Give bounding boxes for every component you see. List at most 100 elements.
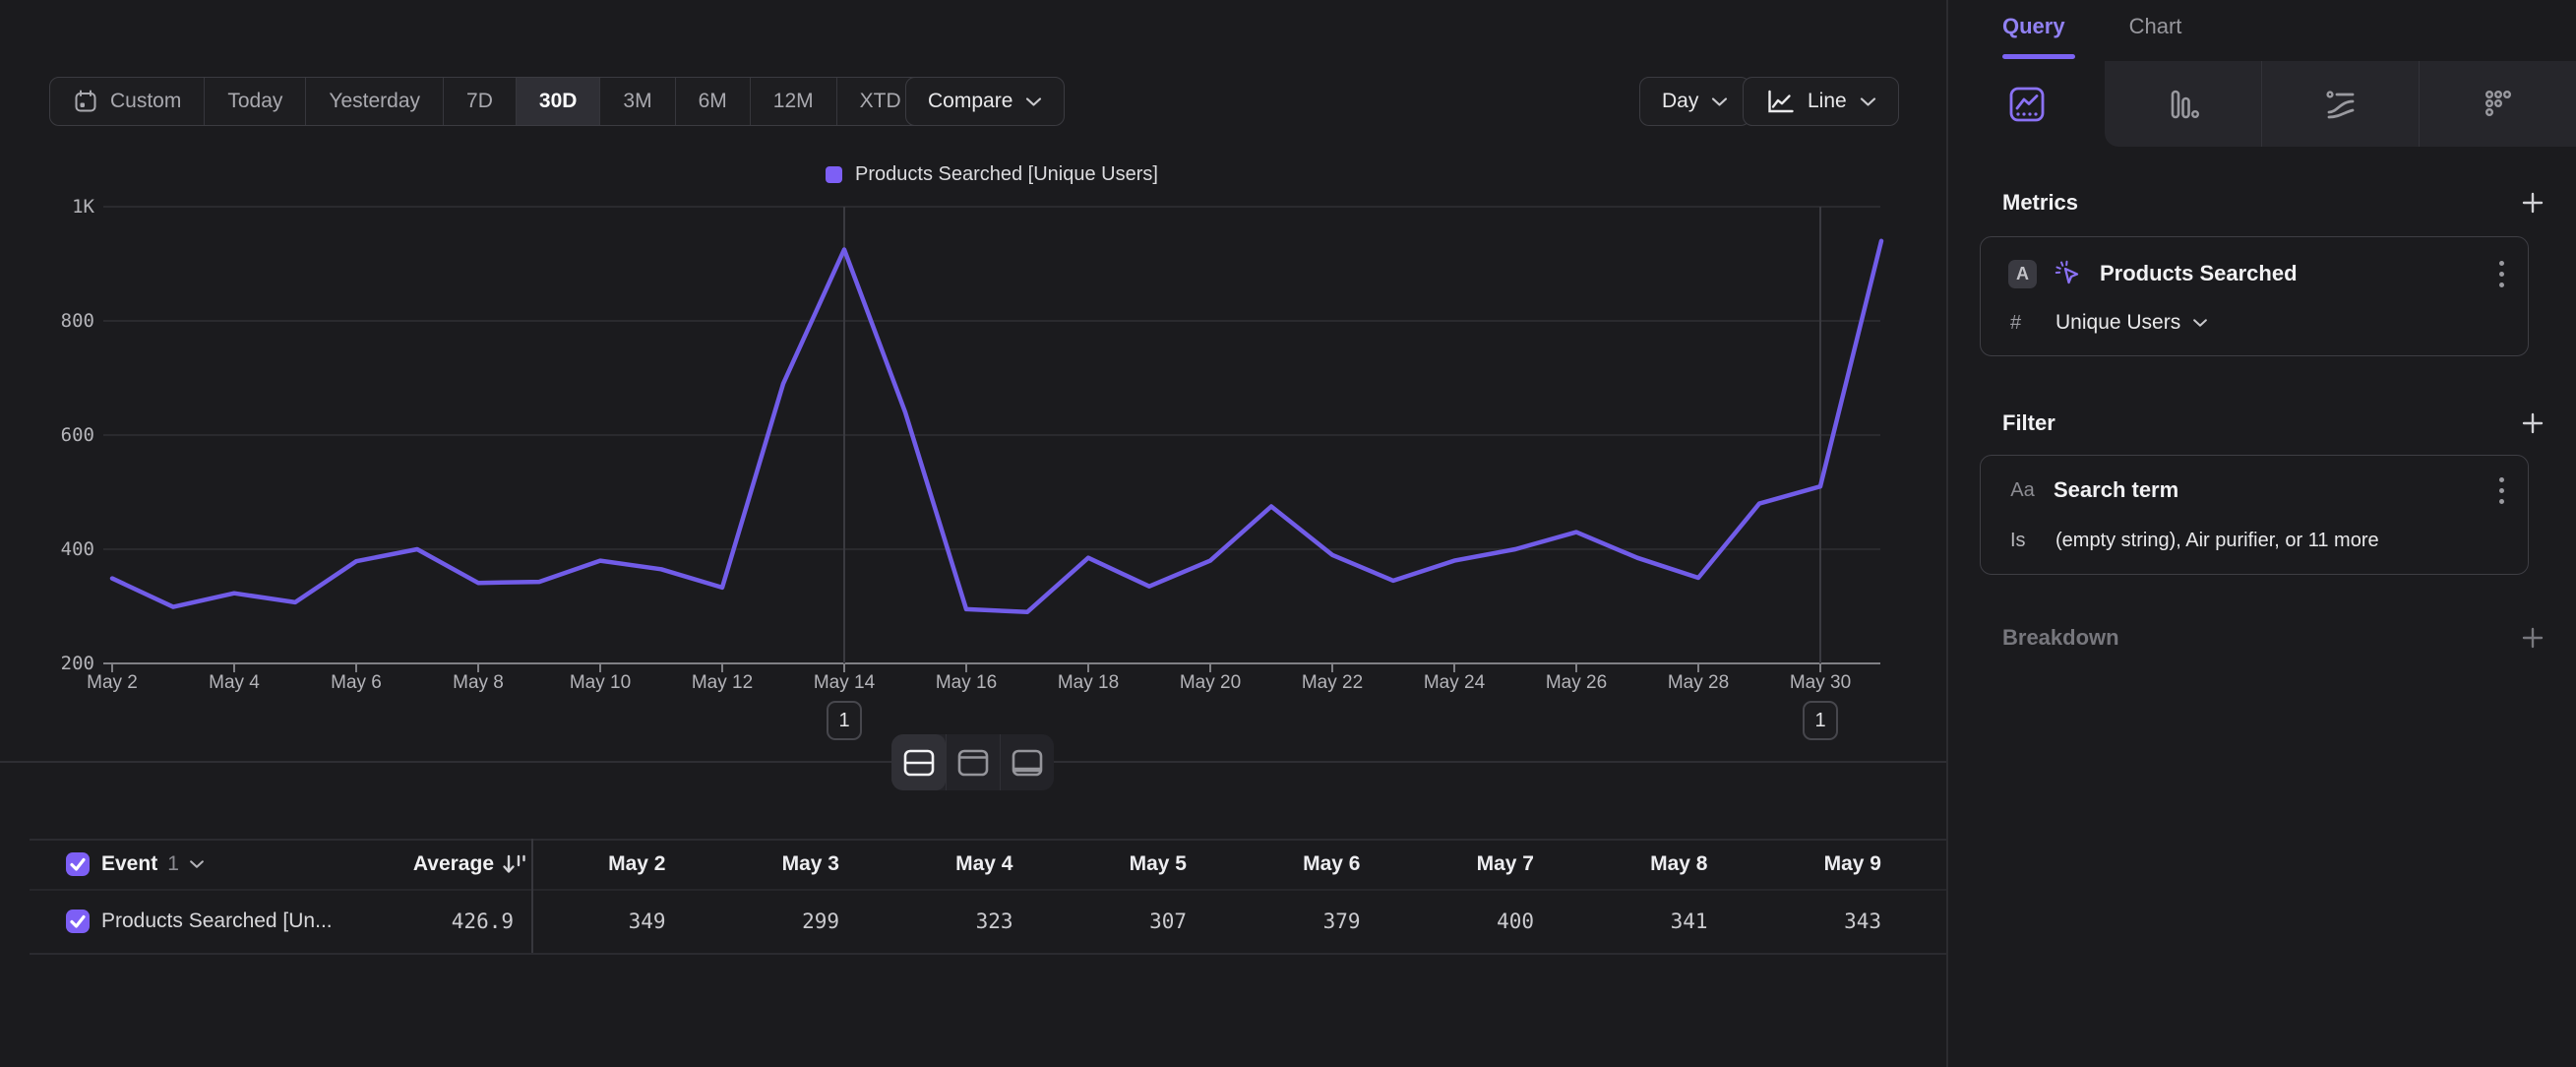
table-cell-value: 343 bbox=[1708, 910, 1882, 933]
date-column-header[interactable]: May 5 bbox=[1013, 852, 1188, 876]
x-tick-label: May 22 bbox=[1278, 672, 1386, 694]
metric-card[interactable]: A Products Searched # Unique Users bbox=[1980, 236, 2529, 356]
insights-tab[interactable] bbox=[1948, 61, 2105, 147]
report-type-tabs bbox=[1948, 61, 2576, 147]
y-tick-label: 600 bbox=[30, 424, 94, 446]
x-tick-label: May 20 bbox=[1156, 672, 1264, 694]
x-tick-label: May 14 bbox=[790, 672, 898, 694]
x-tick-label: May 30 bbox=[1766, 672, 1874, 694]
x-tick-label: May 2 bbox=[58, 672, 166, 694]
filter-menu-button[interactable] bbox=[2499, 477, 2504, 504]
table-header-row: Event 1 Average May 2May 3May 4May 5May … bbox=[0, 839, 1946, 889]
date-value-cells: 349299323307379400341343 bbox=[492, 910, 1881, 933]
x-tick-label: May 6 bbox=[302, 672, 410, 694]
measure-type-icon: # bbox=[2010, 312, 2036, 335]
table-cell-value: 299 bbox=[666, 910, 840, 933]
table-cell-value: 307 bbox=[1013, 910, 1188, 933]
insights-icon bbox=[2007, 85, 2047, 124]
select-all-checkbox[interactable] bbox=[66, 852, 90, 876]
line-chart[interactable] bbox=[0, 0, 1946, 733]
retention-tab[interactable] bbox=[2419, 61, 2576, 147]
y-tick-label: 400 bbox=[30, 538, 94, 560]
check-icon bbox=[66, 910, 90, 933]
funnels-tab[interactable] bbox=[2105, 61, 2261, 147]
x-tick-label: May 4 bbox=[180, 672, 288, 694]
event-pointer-icon bbox=[2054, 259, 2083, 288]
layout-toggle-group bbox=[891, 734, 1054, 790]
table-bottom-border bbox=[30, 953, 1946, 955]
x-tick-label: May 16 bbox=[912, 672, 1020, 694]
layout-table-only-button[interactable] bbox=[1000, 734, 1054, 790]
x-tick-label: May 10 bbox=[546, 672, 654, 694]
date-column-header[interactable]: May 2 bbox=[492, 852, 666, 876]
flows-icon bbox=[2321, 85, 2361, 124]
date-column-header[interactable]: May 9 bbox=[1708, 852, 1882, 876]
layout-split-button[interactable] bbox=[891, 734, 946, 790]
split-view-icon bbox=[901, 747, 937, 779]
x-tick-label: May 24 bbox=[1400, 672, 1508, 694]
date-column-headers: May 2May 3May 4May 5May 6May 7May 8May 9 bbox=[492, 852, 1881, 876]
check-icon bbox=[66, 852, 90, 876]
event-header[interactable]: Event 1 bbox=[101, 852, 205, 876]
row-checkbox[interactable] bbox=[66, 910, 90, 933]
query-panel: Query Chart bbox=[1948, 0, 2576, 1067]
metric-menu-button[interactable] bbox=[2499, 261, 2504, 287]
chevron-down-icon bbox=[2192, 318, 2208, 328]
measure-label: Unique Users bbox=[2055, 311, 2180, 335]
date-column-header[interactable]: May 6 bbox=[1187, 852, 1361, 876]
table-cell-value: 323 bbox=[839, 910, 1013, 933]
add-breakdown-icon[interactable] bbox=[2519, 624, 2546, 652]
chevron-down-icon bbox=[189, 859, 205, 869]
table-view-icon bbox=[1010, 747, 1045, 779]
y-tick-label: 1K bbox=[30, 196, 94, 218]
average-header-label: Average bbox=[413, 852, 494, 875]
x-tick-label: May 26 bbox=[1522, 672, 1630, 694]
date-column-header[interactable]: May 8 bbox=[1534, 852, 1708, 876]
metric-name: Products Searched bbox=[2100, 261, 2298, 286]
table-cell-value: 379 bbox=[1187, 910, 1361, 933]
filter-property-name: Search term bbox=[2054, 477, 2178, 503]
filter-card[interactable]: Aa Search term Is (empty string), Air pu… bbox=[1980, 455, 2529, 575]
table-cell-value: 400 bbox=[1361, 910, 1535, 933]
y-tick-label: 200 bbox=[30, 653, 94, 674]
text-property-icon: Aa bbox=[2008, 479, 2037, 502]
flows-tab[interactable] bbox=[2261, 61, 2419, 147]
panel-tabs: Query Chart bbox=[2002, 14, 2181, 39]
filter-heading: Filter bbox=[2002, 410, 2055, 436]
x-tick-label: May 12 bbox=[668, 672, 776, 694]
table-row: Products Searched [Un... 426.9 349299323… bbox=[0, 889, 1946, 953]
annotation-badge[interactable]: 1 bbox=[827, 701, 862, 740]
x-tick-label: May 8 bbox=[424, 672, 532, 694]
metrics-section-header: Metrics bbox=[2002, 189, 2546, 217]
filter-section-header: Filter bbox=[2002, 409, 2546, 437]
filter-value[interactable]: (empty string), Air purifier, or 11 more bbox=[2055, 530, 2379, 552]
event-count: 1 bbox=[167, 852, 179, 876]
annotation-badge[interactable]: 1 bbox=[1803, 701, 1838, 740]
layout-chart-only-button[interactable] bbox=[946, 734, 1000, 790]
metrics-heading: Metrics bbox=[2002, 190, 2078, 216]
average-header[interactable]: Average bbox=[236, 852, 494, 876]
add-filter-icon[interactable] bbox=[2519, 409, 2546, 437]
event-header-label: Event bbox=[101, 852, 157, 876]
filter-operator[interactable]: Is bbox=[2010, 530, 2036, 552]
x-tick-label: May 18 bbox=[1034, 672, 1142, 694]
table-cell-value: 341 bbox=[1534, 910, 1708, 933]
add-metric-icon[interactable] bbox=[2519, 189, 2546, 217]
chart-view-icon bbox=[955, 747, 991, 779]
x-tick-label: May 28 bbox=[1644, 672, 1752, 694]
tab-query[interactable]: Query bbox=[2002, 14, 2065, 39]
average-value: 426.9 bbox=[295, 910, 514, 933]
breakdown-section-header: Breakdown bbox=[2002, 624, 2546, 652]
retention-grid-icon bbox=[2479, 85, 2518, 124]
date-column-header[interactable]: May 3 bbox=[666, 852, 840, 876]
table-cell-value: 349 bbox=[492, 910, 666, 933]
metric-series-badge: A bbox=[2008, 260, 2037, 288]
tab-chart[interactable]: Chart bbox=[2129, 14, 2182, 39]
bar-chart-icon bbox=[2164, 85, 2203, 124]
measure-selector[interactable]: Unique Users bbox=[2055, 311, 2208, 335]
date-column-header[interactable]: May 4 bbox=[839, 852, 1013, 876]
active-tab-underline bbox=[2002, 54, 2075, 59]
main-area: CustomTodayYesterday7D30D3M6M12MXTD Comp… bbox=[0, 0, 1946, 1067]
y-tick-label: 800 bbox=[30, 310, 94, 332]
date-column-header[interactable]: May 7 bbox=[1361, 852, 1535, 876]
